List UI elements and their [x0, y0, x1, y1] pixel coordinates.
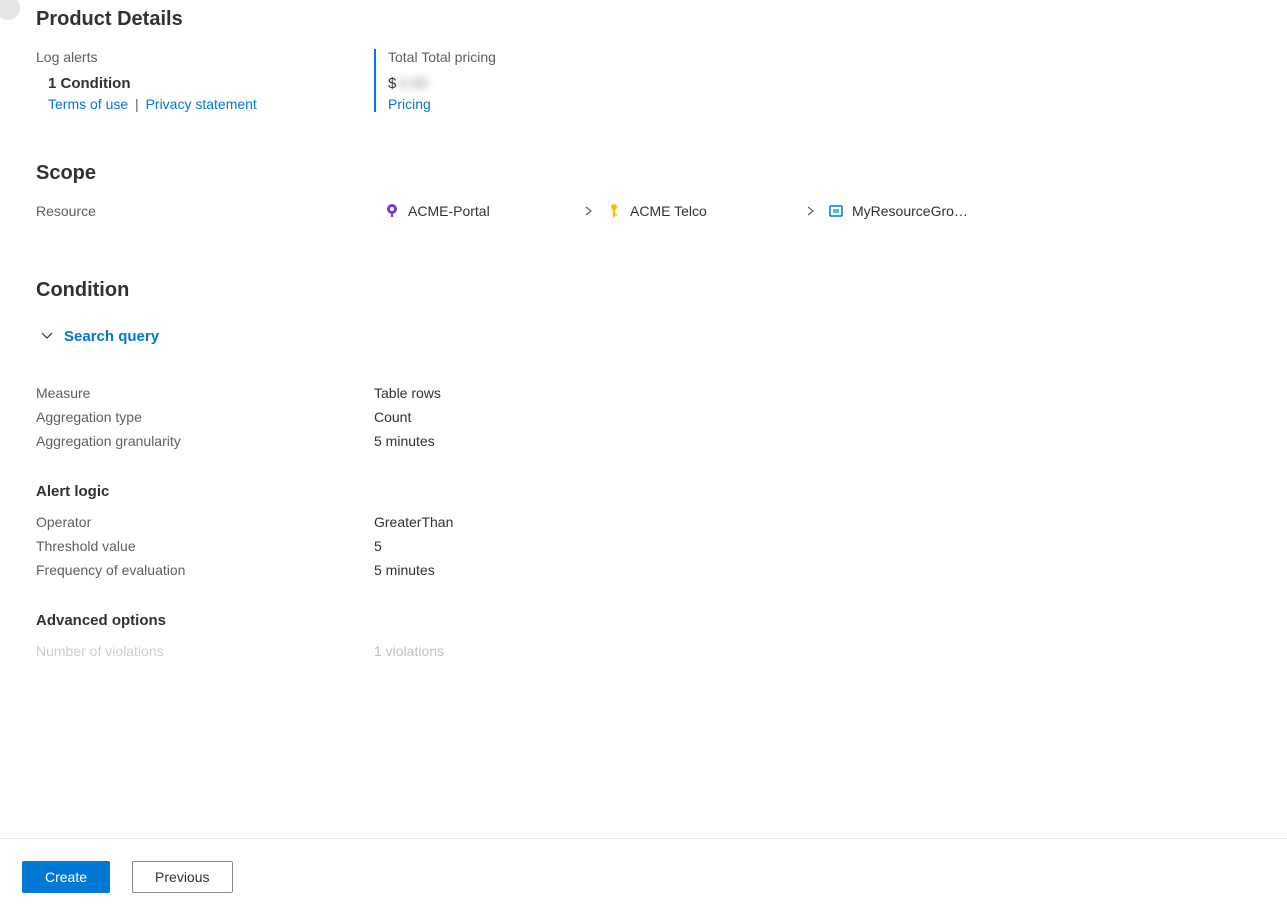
threshold-value: 5	[374, 538, 382, 554]
product-details-heading: Product Details	[36, 8, 1251, 31]
chevron-right-icon	[584, 204, 594, 219]
key-icon	[606, 203, 622, 219]
resource-label: Resource	[36, 203, 384, 219]
aggregation-type-value: Count	[374, 409, 411, 425]
currency-symbol: $	[388, 75, 396, 92]
operator-value: GreaterThan	[374, 514, 453, 530]
alert-logic-heading: Alert logic	[36, 483, 1251, 500]
scope-heading: Scope	[36, 162, 1251, 185]
search-query-label: Search query	[64, 328, 159, 345]
terms-of-use-link[interactable]: Terms of use	[48, 96, 128, 112]
breadcrumb-label: ACME Telco	[630, 203, 707, 219]
aggregation-type-label: Aggregation type	[36, 409, 374, 425]
create-button[interactable]: Create	[22, 861, 110, 893]
resource-group-icon	[828, 203, 844, 219]
previous-button[interactable]: Previous	[132, 861, 232, 893]
measure-label: Measure	[36, 385, 374, 401]
privacy-statement-link[interactable]: Privacy statement	[146, 96, 257, 112]
breadcrumb-item-subscription[interactable]: ACME Telco	[606, 203, 806, 219]
total-pricing-label: Total Total pricing	[388, 49, 496, 65]
frequency-value: 5 minutes	[374, 562, 435, 578]
aggregation-granularity-label: Aggregation granularity	[36, 433, 374, 449]
search-query-toggle[interactable]: Search query	[40, 328, 159, 345]
footer-action-bar: Create Previous	[0, 838, 1287, 915]
breadcrumb-item-insights[interactable]: ACME-Portal	[384, 203, 584, 219]
measure-value: Table rows	[374, 385, 441, 401]
chevron-right-icon	[806, 204, 816, 219]
breadcrumb-label: MyResourceGro…	[852, 203, 968, 219]
pricing-link[interactable]: Pricing	[388, 96, 431, 112]
breadcrumb-label: ACME-Portal	[408, 203, 490, 219]
log-alerts-label: Log alerts	[36, 49, 374, 65]
link-separator: |	[135, 96, 139, 112]
advanced-options-heading: Advanced options	[36, 612, 1251, 629]
price-hidden: 0.00	[398, 75, 427, 92]
aggregation-granularity-value: 5 minutes	[374, 433, 435, 449]
breadcrumb-item-resourcegroup[interactable]: MyResourceGro…	[828, 203, 1028, 219]
condition-heading: Condition	[36, 279, 1251, 302]
breadcrumb: ACME-Portal ACME Telco MyResourceGro…	[384, 203, 1028, 219]
violations-label: Number of violations	[36, 643, 374, 659]
condition-count: 1 Condition	[48, 75, 374, 92]
threshold-label: Threshold value	[36, 538, 374, 554]
chevron-down-icon	[40, 328, 54, 345]
insights-icon	[384, 203, 400, 219]
operator-label: Operator	[36, 514, 374, 530]
frequency-label: Frequency of evaluation	[36, 562, 374, 578]
violations-value: 1 violations	[374, 643, 444, 659]
